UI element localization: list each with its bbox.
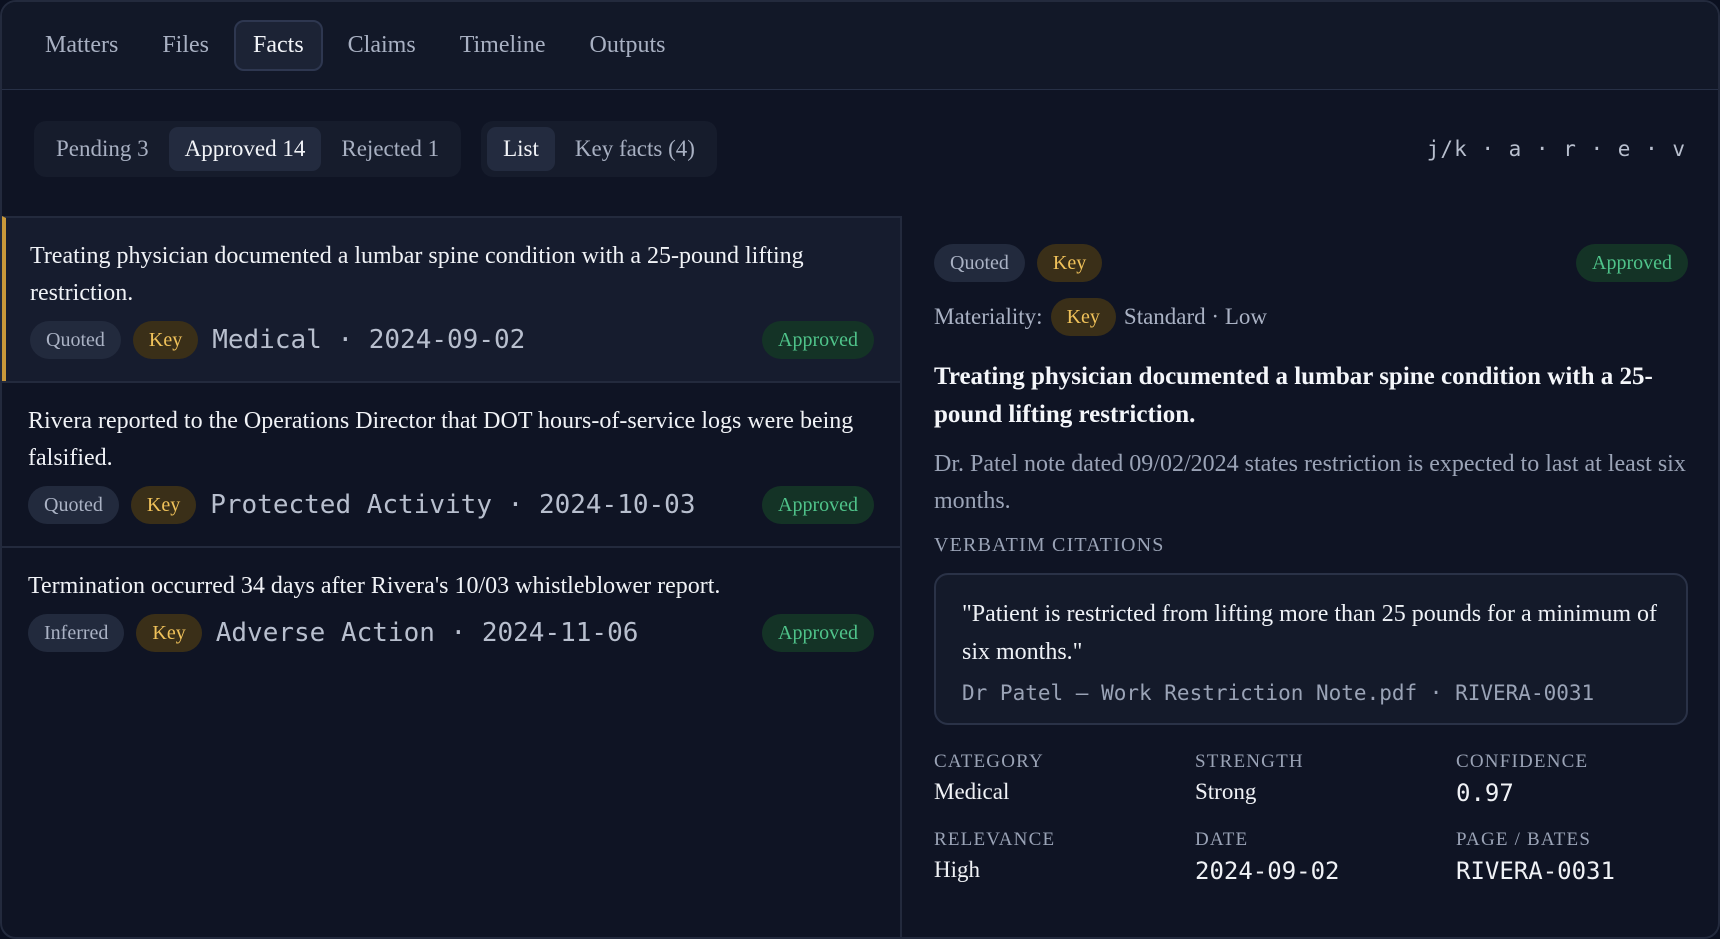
filter-toolbar: Pending 3 Approved 14 Rejected 1 List Ke… <box>34 120 1686 178</box>
tab-claims[interactable]: Claims <box>329 20 435 71</box>
category-value: Medical <box>934 779 1010 804</box>
filter-approved[interactable]: Approved 14 <box>168 127 322 171</box>
fact-title: Treating physician documented a lumbar s… <box>934 363 1653 428</box>
fact-text: Rivera reported to the Operations Direct… <box>28 408 854 471</box>
confidence-label: CONFIDENCE <box>1456 751 1589 772</box>
keyboard-shortcuts-hint: j/k · a · r · e · v <box>1426 137 1686 161</box>
date-field: DATE 2024-09-02 <box>1195 829 1456 885</box>
key-badge: Key <box>130 486 197 524</box>
kind-badge: Quoted <box>28 486 119 524</box>
strength-label: STRENGTH <box>1195 751 1304 772</box>
materiality-key-badge: Key <box>1050 298 1116 336</box>
fact-text: Termination occurred 34 days after River… <box>28 573 721 599</box>
detail-badges: Quoted Key Approved <box>934 244 1688 282</box>
fact-meta: Quoted Key Protected Activity · 2024-10-… <box>28 486 874 524</box>
facts-list: Treating physician documented a lumbar s… <box>2 216 902 937</box>
key-badge: Key <box>132 321 199 359</box>
page-bates-value: RIVERA-0031 <box>1456 857 1615 885</box>
tab-files[interactable]: Files <box>143 20 228 71</box>
status-badge: Approved <box>762 614 874 652</box>
category-field: CATEGORY Medical <box>934 751 1195 807</box>
view-key-facts[interactable]: Key facts (4) <box>559 127 711 171</box>
app-window: Matters Files Facts Claims Timeline Outp… <box>0 0 1720 939</box>
citation-quote: "Patient is restricted from lifting more… <box>962 601 1658 665</box>
fact-meta: Quoted Key Medical · 2024-09-02 Approved <box>30 321 874 359</box>
fact-list-item[interactable]: Treating physician documented a lumbar s… <box>2 216 900 381</box>
strength-value: Strong <box>1195 779 1257 804</box>
tab-outputs[interactable]: Outputs <box>570 20 684 71</box>
fact-list-item[interactable]: Rivera reported to the Operations Direct… <box>2 381 900 546</box>
fact-meta: Inferred Key Adverse Action · 2024-11-06… <box>28 614 874 652</box>
tab-matters[interactable]: Matters <box>26 20 137 71</box>
fact-note: Dr. Patel note dated 09/02/2024 states r… <box>934 451 1686 514</box>
tab-facts[interactable]: Facts <box>234 20 323 71</box>
tab-timeline[interactable]: Timeline <box>441 20 565 71</box>
strength-field: STRENGTH Strong <box>1195 751 1456 807</box>
fact-category-date: Protected Activity · 2024-10-03 <box>210 490 696 520</box>
fact-text: Treating physician documented a lumbar s… <box>30 243 804 306</box>
kind-badge: Quoted <box>934 244 1025 282</box>
relevance-field: RELEVANCE High <box>934 829 1195 885</box>
materiality-row: Materiality: Key Standard · Low <box>934 298 1688 336</box>
top-navigation: Matters Files Facts Claims Timeline Outp… <box>2 2 1718 90</box>
page-bates-label: PAGE / BATES <box>1456 829 1592 850</box>
category-label: CATEGORY <box>934 751 1044 772</box>
materiality-levels: Standard · Low <box>1123 304 1267 329</box>
key-badge: Key <box>1036 244 1103 282</box>
status-badge: Approved <box>762 486 874 524</box>
fact-attributes: CATEGORY Medical STRENGTH Strong CONFIDE… <box>934 751 1688 885</box>
confidence-value: 0.97 <box>1456 779 1514 807</box>
date-label: DATE <box>1195 829 1249 850</box>
kind-badge: Quoted <box>30 321 121 359</box>
kind-badge: Inferred <box>28 614 125 652</box>
confidence-field: CONFIDENCE 0.97 <box>1456 751 1688 807</box>
fact-category-date: Adverse Action · 2024-11-06 <box>215 618 639 648</box>
status-badge: Approved <box>1576 244 1688 282</box>
filter-rejected[interactable]: Rejected 1 <box>325 127 455 171</box>
fact-detail-panel: Quoted Key Approved Materiality: Key Sta… <box>934 216 1688 937</box>
relevance-value: High <box>934 857 980 882</box>
page-bates-field: PAGE / BATES RIVERA-0031 <box>1456 829 1688 885</box>
materiality-label: Materiality: <box>934 304 1043 329</box>
view-toggle-group: List Key facts (4) <box>481 121 717 177</box>
fact-list-item[interactable]: Termination occurred 34 days after River… <box>2 546 900 674</box>
status-filter-group: Pending 3 Approved 14 Rejected 1 <box>34 121 462 177</box>
citations-heading: VERBATIM CITATIONS <box>934 534 1165 556</box>
citation-card[interactable]: "Patient is restricted from lifting more… <box>934 573 1688 725</box>
fact-category-date: Medical · 2024-09-02 <box>212 325 526 355</box>
key-badge: Key <box>136 614 202 652</box>
filter-pending[interactable]: Pending 3 <box>40 127 165 171</box>
view-list[interactable]: List <box>487 127 555 171</box>
citation-source[interactable]: Dr Patel — Work Restriction Note.pdf · R… <box>962 681 1660 705</box>
status-badge: Approved <box>762 321 874 359</box>
date-value: 2024-09-02 <box>1195 857 1340 885</box>
relevance-label: RELEVANCE <box>934 829 1056 850</box>
